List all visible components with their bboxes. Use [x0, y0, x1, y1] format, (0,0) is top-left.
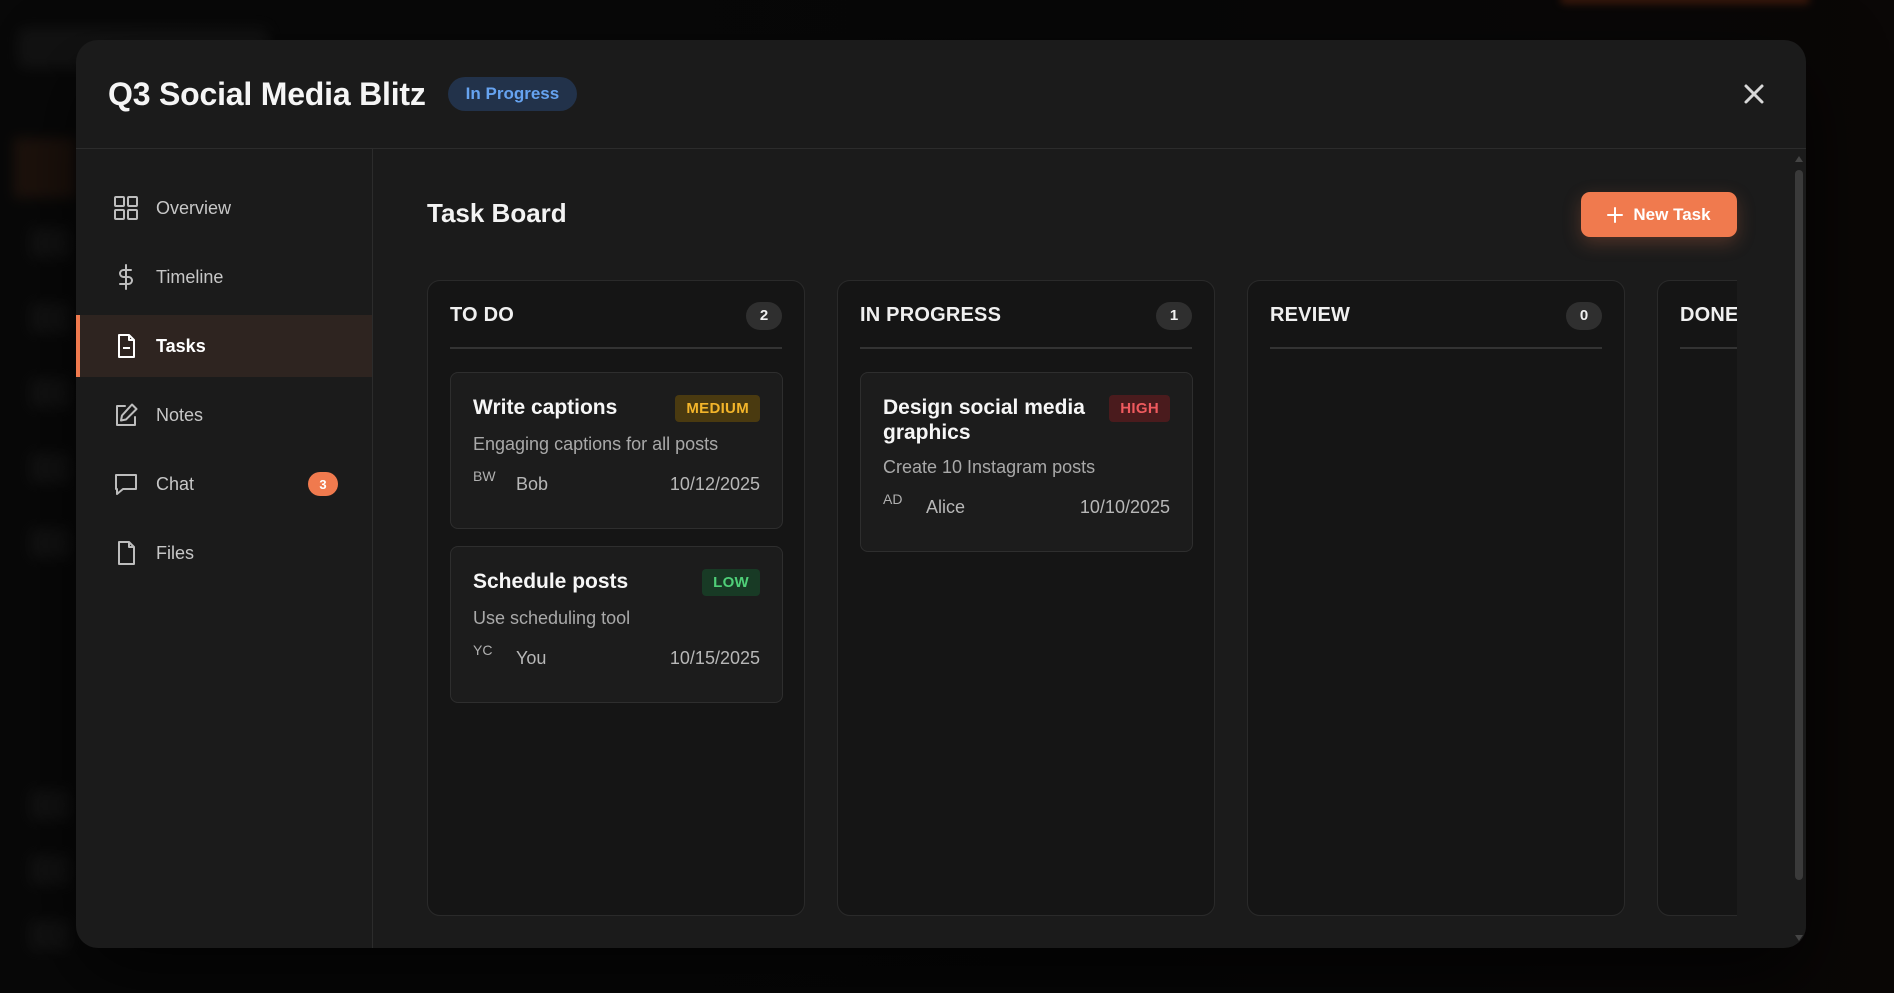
grid-icon — [112, 194, 140, 222]
vertical-scrollbar[interactable] — [1795, 170, 1803, 880]
column-title: DONE — [1680, 304, 1737, 326]
priority-badge: HIGH — [1109, 395, 1170, 422]
column-header: IN PROGRESS 1 — [860, 281, 1192, 349]
avatar: BW — [473, 468, 496, 484]
sidebar-item-notes[interactable]: Notes — [76, 384, 372, 446]
sidebar-item-label: Chat — [156, 473, 195, 494]
column-done: DONE — [1657, 280, 1737, 916]
file-icon — [112, 539, 140, 567]
modal-header: Q3 Social Media Blitz In Progress — [76, 40, 1806, 149]
task-card[interactable]: Write captions MEDIUM Engaging captions … — [450, 372, 783, 529]
avatar: AD — [883, 491, 903, 507]
close-icon — [1744, 84, 1764, 104]
dollar-icon — [112, 263, 140, 291]
plus-icon — [1607, 206, 1624, 223]
scroll-up-arrow[interactable] — [1795, 156, 1803, 162]
vertical-scrollbar-track[interactable] — [1792, 149, 1806, 948]
task-title: Design social media graphics — [883, 396, 1085, 444]
sidebar-item-tasks[interactable]: Tasks — [76, 315, 372, 377]
column-title: REVIEW — [1270, 304, 1351, 326]
project-modal: Q3 Social Media Blitz In Progress Overvi… — [76, 40, 1806, 948]
column-count: 2 — [746, 301, 782, 330]
sidebar-item-label: Tasks — [156, 335, 206, 356]
task-title: Schedule posts — [473, 570, 629, 593]
priority-badge: LOW — [702, 569, 760, 596]
new-task-button[interactable]: New Task — [1581, 192, 1737, 237]
chat-icon — [112, 470, 140, 498]
column-header: TO DO 2 — [450, 281, 782, 349]
sidebar-item-chat[interactable]: Chat 3 — [76, 453, 372, 515]
column-header: DONE — [1680, 281, 1737, 349]
task-card[interactable]: Design social media graphics HIGH Create… — [860, 372, 1193, 552]
task-description: Engaging captions for all posts — [473, 434, 719, 454]
assignee-name: You — [516, 648, 547, 668]
modal-sidebar: Overview Timeline Tasks Notes Chat 3 Fil… — [76, 149, 373, 948]
task-description: Use scheduling tool — [473, 608, 631, 628]
sidebar-item-timeline[interactable]: Timeline — [76, 246, 372, 308]
column-count: 1 — [1156, 301, 1192, 330]
sidebar-item-overview[interactable]: Overview — [76, 177, 372, 239]
task-card[interactable]: Schedule posts LOW Use scheduling tool Y… — [450, 546, 783, 703]
sidebar-item-label: Notes — [156, 404, 204, 425]
assignee-name: Bob — [516, 474, 549, 494]
due-date: 10/15/2025 — [669, 648, 760, 668]
task-board: Task Board New Task TO DO 2 Write captio… — [373, 149, 1806, 948]
column-title: TO DO — [450, 304, 514, 326]
priority-badge: MEDIUM — [675, 395, 760, 422]
modal-body: Overview Timeline Tasks Notes Chat 3 Fil… — [76, 149, 1806, 948]
board-columns[interactable]: TO DO 2 Write captions MEDIUM Engaging c… — [427, 280, 1737, 917]
sidebar-item-files[interactable]: Files — [76, 522, 372, 584]
new-task-label: New Task — [1633, 204, 1711, 224]
due-date: 10/10/2025 — [1079, 497, 1170, 517]
edit-icon — [112, 401, 140, 429]
close-button[interactable] — [1736, 76, 1772, 112]
modal-title: Q3 Social Media Blitz — [108, 75, 426, 112]
column-header: REVIEW 0 — [1270, 281, 1602, 349]
due-date: 10/12/2025 — [669, 474, 760, 494]
task-description: Create 10 Instagram posts — [883, 457, 1096, 477]
assignee-name: Alice — [926, 497, 966, 517]
document-icon — [112, 332, 140, 360]
column-todo: TO DO 2 Write captions MEDIUM Engaging c… — [427, 280, 805, 916]
column-in-progress: IN PROGRESS 1 Design social media graphi… — [837, 280, 1215, 916]
sidebar-item-label: Overview — [156, 197, 232, 218]
sidebar-item-label: Files — [156, 542, 195, 563]
page-title: Task Board — [427, 198, 567, 228]
avatar: YC — [473, 642, 493, 658]
chat-unread-badge: 3 — [308, 472, 338, 496]
status-badge: In Progress — [447, 77, 578, 111]
column-review: REVIEW 0 — [1247, 280, 1625, 916]
task-title: Write captions — [473, 396, 618, 419]
column-title: IN PROGRESS — [860, 304, 1002, 326]
sidebar-item-label: Timeline — [156, 266, 224, 287]
column-count: 0 — [1566, 301, 1602, 330]
scroll-down-arrow[interactable] — [1795, 935, 1803, 941]
